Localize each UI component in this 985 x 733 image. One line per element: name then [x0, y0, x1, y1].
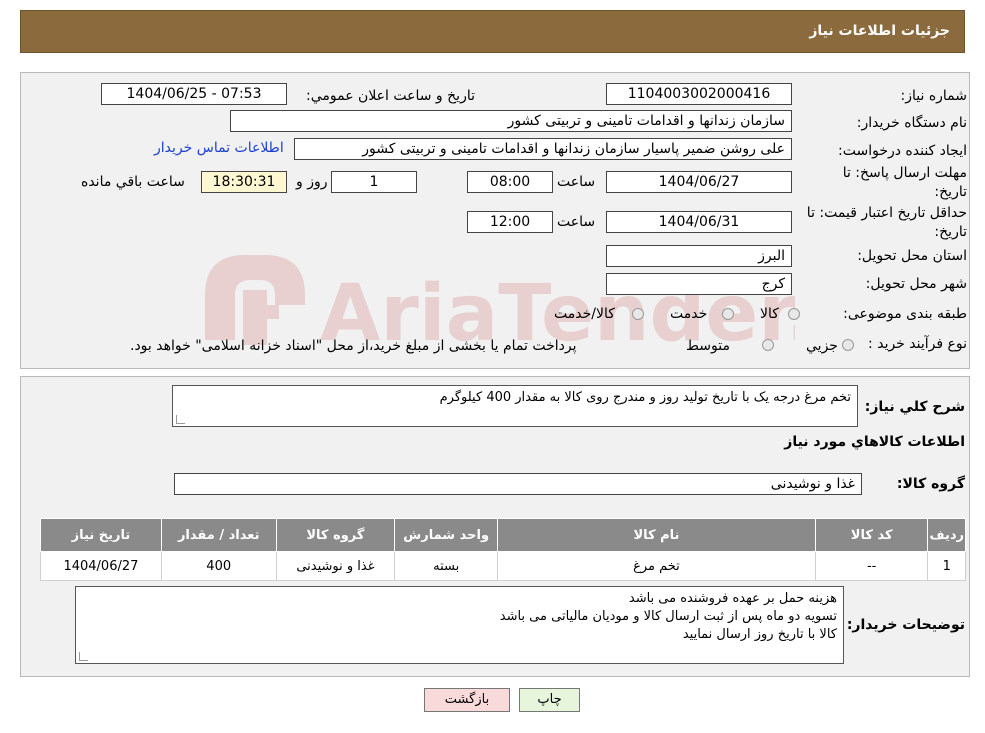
- announce-value: 1404/06/25 - 07:53: [101, 83, 287, 105]
- description-text: تخم مرغ درجه یک با تاریخ تولید روز و مند…: [439, 390, 851, 405]
- deadline-time: 08:00: [467, 171, 553, 193]
- table-header-row: رديف کد کالا نام کالا واحد شمارش گروه کا…: [40, 518, 966, 552]
- deadline-time-label: ساعت: [557, 174, 596, 190]
- need-number-value: 1104003002000416: [606, 83, 792, 105]
- description-textarea[interactable]: تخم مرغ درجه یک با تاریخ تولید روز و مند…: [172, 385, 858, 427]
- category-option-goods: کالا: [760, 306, 779, 322]
- cell-code: --: [814, 551, 929, 581]
- buyer-note-line: هزینه حمل بر عهده فروشنده می باشد: [628, 591, 837, 606]
- buyer-note-line: کالا با تاریخ روز ارسال نمایید: [682, 627, 837, 642]
- buyer-note-line: تسویه دو ماه پس از ثبت ارسال کالا و مودی…: [499, 609, 837, 624]
- category-radio-goods-service[interactable]: [632, 308, 644, 320]
- cell-quantity: 400: [160, 551, 277, 581]
- table-row: 1 -- تخم مرغ بسته غذا و نوشیدنی 400 1404…: [40, 551, 966, 581]
- process-radio-minor[interactable]: [842, 339, 854, 351]
- city-value: کرج: [606, 273, 792, 295]
- cell-group: غذا و نوشیدنی: [275, 551, 396, 581]
- days-remaining: 1: [331, 171, 417, 193]
- col-header-code: کد کالا: [814, 518, 929, 552]
- buyer-org-label: نام دستگاه خريدار:: [856, 115, 967, 131]
- col-header-need-date: تاريخ نياز: [40, 518, 162, 552]
- remaining-label: ساعت باقي مانده: [81, 174, 185, 190]
- goods-table: رديف کد کالا نام کالا واحد شمارش گروه کا…: [40, 518, 966, 581]
- days-label: روز و: [296, 174, 328, 190]
- description-label: شرح کلي نياز:: [864, 399, 965, 415]
- province-label: استان محل تحويل:: [857, 248, 967, 264]
- province-value: البرز: [606, 245, 792, 267]
- category-radio-goods[interactable]: [788, 308, 800, 320]
- col-header-unit: واحد شمارش: [394, 518, 499, 552]
- creator-value: علی روشن ضمیر پاسیار سازمان زندانها و اق…: [294, 138, 792, 160]
- category-radio-service[interactable]: [722, 308, 734, 320]
- col-header-row-number: رديف: [927, 518, 966, 552]
- cell-name: تخم مرغ: [497, 551, 816, 581]
- col-header-name: نام کالا: [497, 518, 816, 552]
- remaining-time: 18:30:31: [201, 171, 287, 193]
- page-title: جزئیات اطلاعات نیاز: [809, 23, 950, 39]
- col-header-group: گروه کالا: [275, 518, 396, 552]
- cell-unit: بسته: [394, 551, 499, 581]
- category-option-goods-service: کالا/خدمت: [554, 306, 615, 322]
- price-validity-time-label: ساعت: [557, 214, 596, 230]
- buyer-notes-textarea[interactable]: هزینه حمل بر عهده فروشنده می باشد تسویه …: [75, 586, 844, 664]
- creator-label: ايجاد کننده درخواست:: [838, 143, 967, 159]
- print-button[interactable]: چاپ: [519, 688, 580, 712]
- buyer-notes-label: توضيحات خريدار:: [846, 617, 965, 633]
- process-option-medium: متوسط: [686, 338, 730, 354]
- goods-info-title: اطلاعات کالاهاي مورد نياز: [784, 434, 965, 450]
- deadline-date: 1404/06/27: [606, 171, 792, 193]
- resize-grip-icon[interactable]: [79, 652, 88, 661]
- resize-grip-icon[interactable]: [176, 415, 185, 424]
- buyer-contact-link[interactable]: اطلاعات تماس خريدار: [154, 140, 284, 156]
- process-label: نوع فرآيند خريد :: [868, 336, 967, 352]
- process-option-minor: جزيي: [806, 338, 838, 354]
- process-note: پرداخت تمام یا بخشی از مبلغ خرید،از محل …: [130, 338, 577, 354]
- price-validity-time: 12:00: [467, 211, 553, 233]
- need-number-label: شماره نیاز:: [900, 88, 968, 104]
- price-validity-label: حداقل تاريخ اعتبار قيمت: تا تاريخ:: [806, 205, 967, 240]
- cell-need-date: 1404/06/27: [40, 551, 162, 581]
- category-label: طبقه بندی موضوعی:: [843, 306, 967, 322]
- buyer-org-value: سازمان زندانها و اقدامات تامینی و تربیتی…: [230, 110, 792, 132]
- back-button[interactable]: بازگشت: [424, 688, 510, 712]
- process-radio-medium[interactable]: [762, 339, 774, 351]
- goods-group-value: غذا و نوشیدنی: [174, 473, 862, 495]
- announce-label: تاریخ و ساعت اعلان عمومي:: [306, 88, 475, 104]
- cell-row-number: 1: [927, 551, 966, 581]
- city-label: شهر محل تحويل:: [865, 276, 967, 292]
- deadline-label: مهلت ارسال پاسخ: تا تاريخ:: [842, 165, 967, 200]
- category-option-service: خدمت: [670, 306, 708, 322]
- price-validity-date: 1404/06/31: [606, 211, 792, 233]
- col-header-quantity: تعداد / مقدار: [160, 518, 277, 552]
- page-header: جزئیات اطلاعات نیاز: [20, 10, 965, 53]
- goods-group-label: گروه کالا:: [896, 476, 965, 492]
